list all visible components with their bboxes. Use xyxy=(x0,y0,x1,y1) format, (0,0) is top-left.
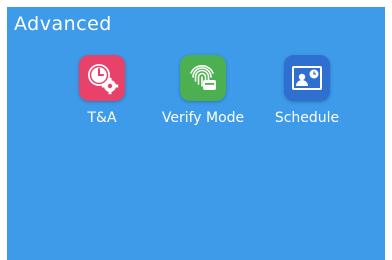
ta-tile xyxy=(79,55,125,101)
schedule-tile xyxy=(284,55,330,101)
ta-app-button[interactable]: T&A xyxy=(52,55,152,126)
fingerprint-card-icon xyxy=(190,65,216,90)
user-clock-card-icon xyxy=(292,66,322,90)
page-title: Advanced xyxy=(14,13,112,35)
verify-mode-label: Verify Mode xyxy=(161,110,245,126)
schedule-app-button[interactable]: Schedule xyxy=(257,55,357,126)
advanced-screen: Advanced T&A Verify Mode Schedule xyxy=(7,7,385,260)
ta-label: T&A xyxy=(87,110,117,126)
verify-mode-app-button[interactable]: Verify Mode xyxy=(153,55,253,126)
clock-gear-icon xyxy=(88,64,119,95)
schedule-label: Schedule xyxy=(274,110,340,126)
verify-mode-tile xyxy=(180,55,226,101)
